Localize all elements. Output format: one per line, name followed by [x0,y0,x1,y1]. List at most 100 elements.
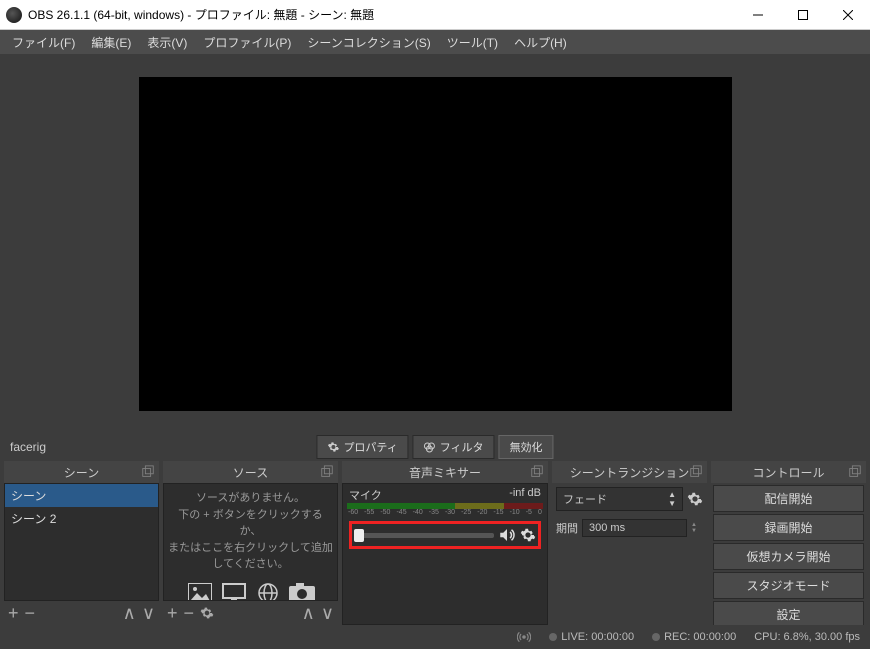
statusbar: LIVE: 00:00:00 REC: 00:00:00 CPU: 6.8%, … [0,625,870,649]
sources-title: ソース [233,464,268,481]
controls-panel: コントロール 配信開始 録画開始 仮想カメラ開始 スタジオモード 設定 終了 [711,461,866,625]
window-titlebar: OBS 26.1.1 (64-bit, windows) - プロファイル: 無… [0,0,870,30]
settings-button[interactable]: 設定 [713,601,864,625]
mixer-body: マイク -inf dB -60 -55 -50 -45 -40 -35 -30 … [342,483,548,625]
preview-area [0,54,870,433]
add-scene-button[interactable]: + [8,603,19,624]
browser-source-icon [254,581,282,602]
transitions-body: フェード ▲▼ 期間 300 ms ▲▼ [552,483,707,625]
obs-app-icon [6,7,22,23]
cpu-status: CPU: 6.8%, 30.00 fps [754,631,860,643]
transitions-title: シーントランジション [570,464,689,481]
preview-canvas[interactable] [139,77,732,411]
scenes-panel: シーン シーン シーン 2 + − ∧ ∨ [4,461,159,625]
live-dot-icon [549,633,557,641]
scenes-footer: + − ∧ ∨ [4,601,159,625]
remove-source-button[interactable]: − [184,603,195,624]
mixer-header: 音声ミキサー [342,461,548,483]
controls-title: コントロール [752,464,824,481]
close-button[interactable] [825,0,870,30]
properties-label: プロパティ [343,439,397,455]
popout-icon[interactable] [689,465,703,479]
scenes-title: シーン [64,464,99,481]
sources-panel: ソース ソースがありません。 下の + ボタンをクリックするか、 またはここを右… [163,461,338,625]
sources-empty-line2: 下の + ボタンをクリックするか、 [168,507,333,540]
studio-mode-button[interactable]: スタジオモード [713,572,864,599]
filters-button[interactable]: フィルタ [413,435,495,459]
rec-dot-icon [652,633,660,641]
disable-label: 無効化 [510,439,543,455]
scene-down-button[interactable]: ∨ [142,603,155,624]
panels-row: シーン シーン シーン 2 + − ∧ ∨ ソース [0,461,870,625]
duration-label: 期間 [556,520,578,536]
sources-footer: + − ∧ ∨ [163,601,338,625]
minimize-button[interactable] [735,0,780,30]
duration-spinner[interactable]: ▲▼ [691,522,703,534]
add-source-button[interactable]: + [167,603,178,624]
menu-profile[interactable]: プロファイル(P) [195,34,299,51]
popout-icon[interactable] [141,465,155,479]
image-source-icon [186,581,214,602]
menubar: ファイル(F) 編集(E) 表示(V) プロファイル(P) シーンコレクション(… [0,30,870,54]
mixer-panel: 音声ミキサー マイク -inf dB -60 -55 -50 -45 -40 [342,461,548,625]
transition-select[interactable]: フェード ▲▼ [556,487,683,511]
source-settings-button[interactable] [200,606,214,620]
scenes-list[interactable]: シーン シーン 2 [4,483,159,601]
popout-icon[interactable] [320,465,334,479]
audio-meter [347,503,543,509]
window-title: OBS 26.1.1 (64-bit, windows) - プロファイル: 無… [28,6,735,23]
scene-item[interactable]: シーン 2 [5,507,158,530]
sources-empty-line3: またはここを右クリックして追加してください。 [168,540,333,573]
menu-view[interactable]: 表示(V) [139,34,195,51]
properties-button[interactable]: プロパティ [316,435,408,459]
duration-input[interactable]: 300 ms [582,519,687,537]
mic-level: -inf dB [509,487,541,503]
menu-help[interactable]: ヘルプ(H) [506,34,575,51]
start-vcam-button[interactable]: 仮想カメラ開始 [713,543,864,570]
transition-selected: フェード [563,491,607,507]
start-stream-button[interactable]: 配信開始 [713,485,864,512]
gear-icon[interactable] [687,491,703,507]
scene-up-button[interactable]: ∧ [123,603,136,624]
transitions-panel: シーントランジション フェード ▲▼ 期間 300 ms ▲▼ [552,461,707,625]
selected-source-label: facerig [4,438,52,456]
source-up-button[interactable]: ∧ [302,603,315,624]
mic-controls-highlighted [349,521,541,549]
sources-empty-message: ソースがありません。 下の + ボタンをクリックするか、 またはここを右クリック… [164,484,337,601]
start-record-button[interactable]: 録画開始 [713,514,864,541]
popout-icon[interactable] [848,465,862,479]
sources-list[interactable]: ソースがありません。 下の + ボタンをクリックするか、 またはここを右クリック… [163,483,338,601]
chevron-updown-icon: ▲▼ [668,490,676,508]
mixer-title: 音声ミキサー [409,464,481,481]
slider-thumb[interactable] [354,529,364,542]
remove-scene-button[interactable]: − [25,603,36,624]
scene-item[interactable]: シーン [5,484,158,507]
speaker-icon[interactable] [498,526,516,544]
rec-status: REC: 00:00:00 [664,631,736,643]
scenes-header: シーン [4,461,159,483]
display-source-icon [220,581,248,602]
mic-volume-slider[interactable] [354,533,494,538]
broadcast-icon [517,630,531,644]
sources-empty-line1: ソースがありません。 [168,490,333,507]
filter-icon [424,441,436,453]
controls-header: コントロール [711,461,866,483]
popout-icon[interactable] [530,465,544,479]
mic-label: マイク [349,487,382,503]
sources-header: ソース [163,461,338,483]
menu-edit[interactable]: 編集(E) [83,34,139,51]
meter-scale: -60 -55 -50 -45 -40 -35 -30 -25 -20 -15 … [347,509,543,519]
camera-source-icon [288,581,316,602]
filters-label: フィルタ [440,439,484,455]
menu-file[interactable]: ファイル(F) [4,34,83,51]
source-down-button[interactable]: ∨ [321,603,334,624]
gear-icon[interactable] [520,527,536,543]
menu-scene-collection[interactable]: シーンコレクション(S) [299,34,438,51]
maximize-button[interactable] [780,0,825,30]
duration-value: 300 ms [589,522,625,534]
disable-button[interactable]: 無効化 [499,435,554,459]
main-window: facerig プロパティ フィルタ 無効化 シーン シーン [0,54,870,649]
transitions-header: シーントランジション [552,461,707,483]
menu-tools[interactable]: ツール(T) [439,34,506,51]
controls-body: 配信開始 録画開始 仮想カメラ開始 スタジオモード 設定 終了 [711,483,866,625]
